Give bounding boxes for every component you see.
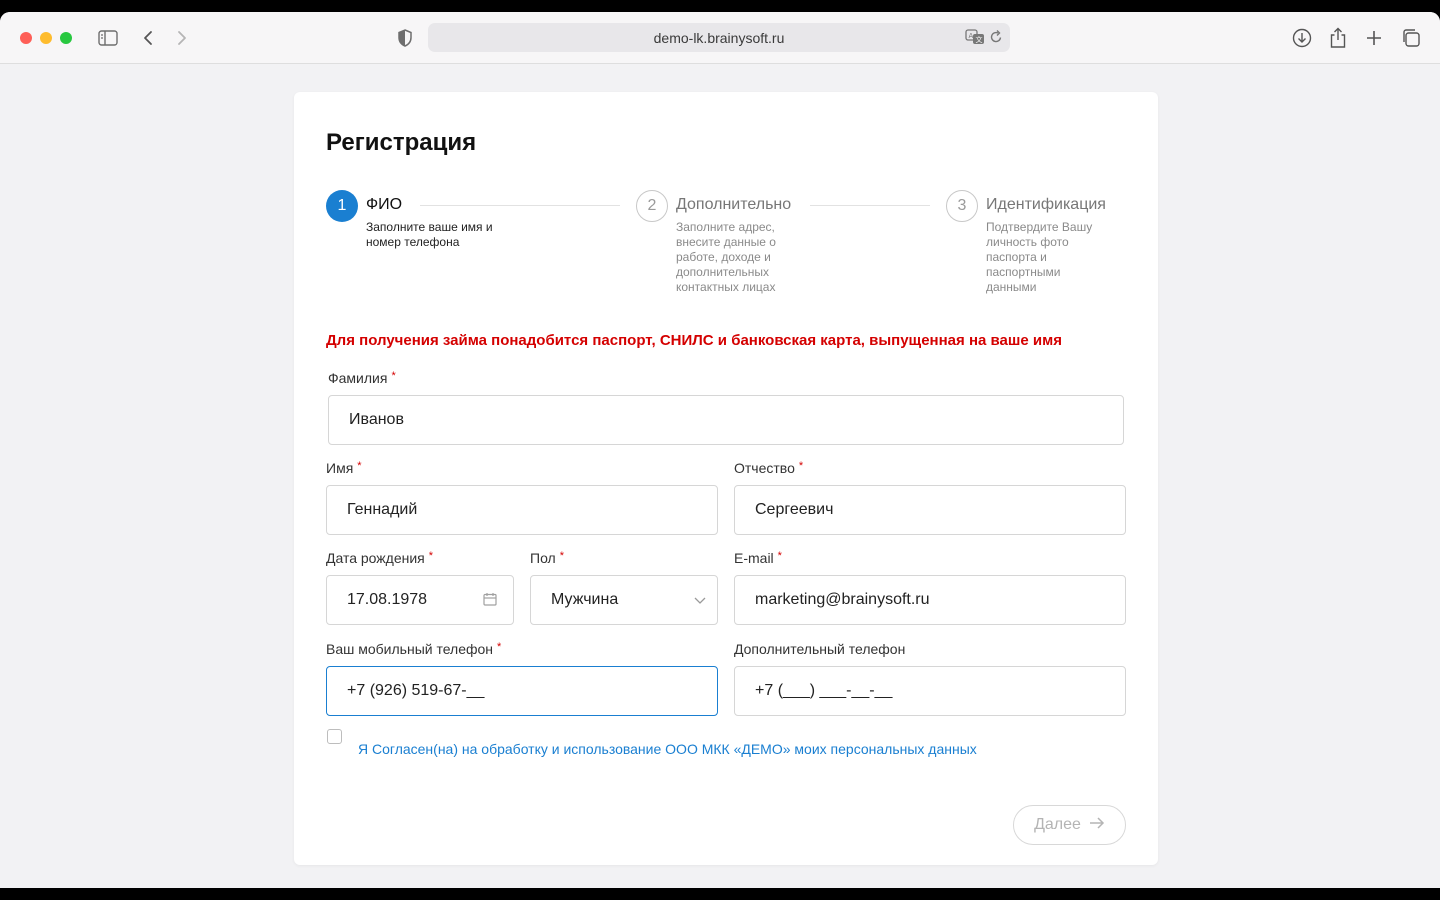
step-1-number: 1: [326, 190, 358, 222]
last-name-label-text: Фамилия: [328, 370, 388, 386]
step-2-title: Дополнительно: [676, 196, 792, 213]
middle-name-field[interactable]: [734, 485, 1126, 535]
address-bar[interactable]: demo-lk.brainysoft.ru A文: [428, 23, 1010, 52]
step-2-number: 2: [636, 190, 668, 222]
step-1-title: ФИО: [366, 196, 403, 213]
arrow-right-icon: [1089, 816, 1105, 835]
last-name-field[interactable]: [328, 395, 1124, 445]
phone-input[interactable]: [347, 667, 677, 715]
maximize-window-button[interactable]: [60, 32, 72, 44]
step-3-title: Идентификация: [986, 196, 1106, 213]
calendar-icon[interactable]: [483, 592, 497, 611]
new-tab-icon[interactable]: [1362, 26, 1386, 50]
share-icon[interactable]: [1326, 26, 1350, 50]
email-label: E-mail *: [734, 550, 782, 566]
forward-icon[interactable]: [170, 26, 194, 50]
phone-field[interactable]: [326, 666, 718, 716]
required-mark: *: [357, 460, 362, 472]
documents-warning: Для получения займа понадобится паспорт,…: [326, 332, 1062, 349]
translate-icon[interactable]: A文: [965, 28, 985, 51]
privacy-shield-icon[interactable]: [393, 26, 417, 50]
first-name-label-text: Имя: [326, 460, 354, 476]
svg-text:A: A: [969, 32, 974, 40]
required-mark: *: [497, 641, 502, 653]
extra-phone-label: Дополнительный телефон: [734, 641, 905, 657]
required-mark: *: [391, 370, 396, 382]
email-field[interactable]: [734, 575, 1126, 625]
gender-label: Пол *: [530, 550, 564, 566]
email-input[interactable]: [755, 576, 1085, 624]
next-button-label: Далее: [1034, 816, 1081, 833]
step-3-number: 3: [946, 190, 978, 222]
first-name-label: Имя *: [326, 460, 362, 476]
consent-checkbox[interactable]: [327, 729, 342, 744]
last-name-label: Фамилия *: [328, 370, 396, 386]
chevron-down-icon[interactable]: [693, 593, 707, 611]
birth-date-input[interactable]: [347, 576, 473, 624]
gender-select-value[interactable]: [551, 576, 677, 624]
registration-card: Регистрация 1 ФИО Заполните ваше имя и н…: [294, 92, 1158, 865]
gender-select[interactable]: [530, 575, 718, 625]
phone-label-text: Ваш мобильный телефон: [326, 641, 494, 657]
step-3-description: Подтвердите Вашу личность фото паспорта …: [986, 220, 1093, 294]
birth-date-label-text: Дата рождения: [326, 550, 425, 566]
extra-phone-input[interactable]: [755, 667, 1085, 715]
step-2-description: Заполните адрес, внесите данные о работе…: [676, 220, 776, 294]
step-1-description: Заполните ваше имя и номер телефона: [366, 220, 493, 249]
page-title: Регистрация: [326, 129, 477, 156]
browser-window: demo-lk.brainysoft.ru A文 Регистрация 1 Ф…: [0, 12, 1440, 888]
extra-phone-field[interactable]: [734, 666, 1126, 716]
middle-name-input[interactable]: [755, 486, 1085, 534]
birth-date-label: Дата рождения *: [326, 550, 433, 566]
svg-text:文: 文: [976, 35, 983, 44]
step-connector-1: [420, 205, 620, 206]
gender-label-text: Пол: [530, 550, 556, 566]
sidebar-toggle-icon[interactable]: [96, 26, 120, 50]
first-name-input[interactable]: [347, 486, 677, 534]
required-mark: *: [798, 460, 804, 472]
phone-label: Ваш мобильный телефон *: [326, 641, 501, 657]
minimize-window-button[interactable]: [40, 32, 52, 44]
birth-date-field[interactable]: [326, 575, 514, 625]
step-connector-2: [810, 205, 930, 206]
reload-icon[interactable]: [989, 28, 1003, 51]
last-name-input[interactable]: [349, 396, 1083, 444]
close-window-button[interactable]: [20, 32, 32, 44]
tab-overview-icon[interactable]: [1399, 26, 1423, 50]
email-label-text: E-mail: [734, 550, 774, 566]
middle-name-label-text: Отчество: [734, 460, 795, 476]
extra-phone-label-text: Дополнительный телефон: [734, 641, 906, 657]
required-mark: *: [777, 550, 782, 562]
downloads-icon[interactable]: [1290, 26, 1314, 50]
browser-toolbar: demo-lk.brainysoft.ru A文: [0, 12, 1440, 64]
next-button[interactable]: Далее: [1013, 805, 1126, 845]
middle-name-label: Отчество *: [734, 460, 803, 476]
address-bar-url[interactable]: demo-lk.brainysoft.ru: [428, 30, 1010, 46]
required-mark: *: [428, 550, 434, 562]
consent-link[interactable]: Я Согласен(на) на обработку и использова…: [358, 741, 977, 757]
first-name-field[interactable]: [326, 485, 718, 535]
back-icon[interactable]: [136, 26, 160, 50]
required-mark: *: [559, 550, 564, 562]
